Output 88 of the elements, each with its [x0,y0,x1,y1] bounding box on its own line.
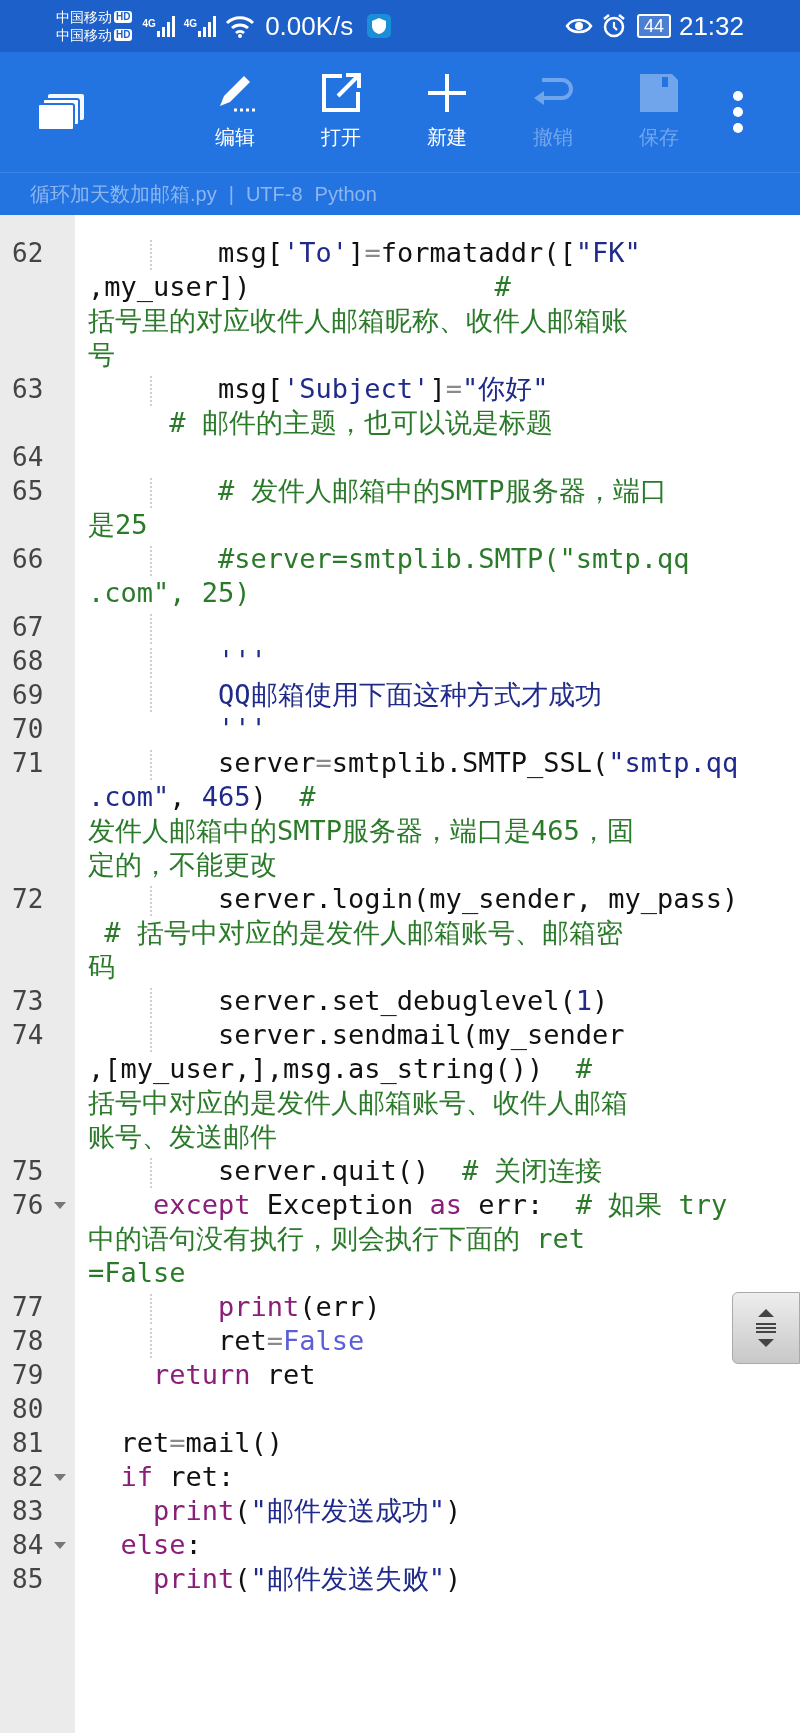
line-number: 70 [12,713,44,746]
code-text: QQ邮箱使用下面这种方式才成功 [218,679,602,710]
eye-icon [564,16,593,36]
carrier-name: 中国移动 [56,26,112,44]
windows-icon [38,92,86,132]
line-number: 77 [12,1291,44,1324]
file-encoding: UTF-8 [245,182,303,207]
code-text: 发件人邮箱中的SMTP服务器，端口是465，固 [88,815,634,846]
line-number: 64 [12,441,44,474]
more-menu-button[interactable] [732,90,744,134]
line-number: 69 [12,679,44,712]
line-number: 62 [12,237,44,270]
code-text: ''' [218,645,267,676]
toolbar-button[interactable]: 编辑 [182,72,288,152]
shield-icon [367,14,392,38]
carrier-name: 中国移动 [56,8,112,26]
toolbar-button[interactable]: 打开 [288,72,394,152]
line-number: 83 [12,1495,44,1528]
line-number: 65 [12,475,44,508]
external-link-icon [320,72,362,114]
line-number: 85 [12,1563,44,1596]
line-number: 74 [12,1019,44,1052]
signal-icon [155,13,178,39]
file-language: Python [314,182,377,207]
code-text: print("邮件发送失败") [153,1563,462,1594]
line-number: 79 [12,1359,44,1392]
hd-badge: HD [114,29,133,41]
code-text: # 发件人邮箱中的SMTP服务器，端口 [218,475,667,506]
code-text: 括号中对应的是发件人邮箱账号、收件人邮箱 [88,1087,628,1118]
line-number: 72 [12,883,44,916]
line-number: 68 [12,645,44,678]
code-text: print(err) [218,1291,381,1322]
line-number: 80 [12,1393,44,1426]
line-number: 71 [12,747,44,780]
line-number: 82 [12,1461,44,1494]
code-text: except Exception as err: # 如果 try [153,1189,728,1220]
code-text: return ret [153,1359,316,1390]
line-number: 76 [12,1189,44,1222]
plus-icon [426,72,468,114]
line-number: 67 [12,611,44,644]
code-text: 定的，不能更改 [88,849,277,880]
code-text: ret=mail() [120,1427,284,1458]
code-text: if ret: [120,1461,235,1492]
code-text: else: [120,1529,202,1560]
code-text: 是25 [88,509,148,540]
code-text: 码 [88,951,115,982]
network-speed: 0.00K/s [265,9,354,43]
code-text: server.set_debuglevel(1) [218,985,609,1016]
line-number: 66 [12,543,44,576]
line-number: 84 [12,1529,44,1562]
code-text: server.login(my_sender, my_pass) [218,883,739,914]
scroll-handle[interactable] [732,1292,800,1364]
code-text: ,[my_user,],msg.as_string()) # [88,1053,592,1084]
code-text: .com", 25) [88,577,251,608]
code-text: 中的语句没有执行，则会执行下面的 ret [88,1223,586,1254]
file-name: 循环加天数加邮箱.py [30,182,217,207]
code-text: # 邮件的主题，也可以说是标题 [169,407,553,438]
code-text: msg['To']=formataddr(["FK" [218,237,641,268]
toolbar-button[interactable]: 新建 [394,72,500,152]
code-text: ''' [218,713,267,744]
code-text: server.quit() # 关闭连接 [218,1155,603,1186]
wifi-icon [225,14,256,38]
battery-level: 44 [636,14,671,38]
more-vertical-icon [732,90,744,134]
line-number: 75 [12,1155,44,1188]
network-type: 4G [183,19,198,29]
line-number: 73 [12,985,44,1018]
code-text: #server=smtplib.SMTP("smtp.qq [218,543,690,574]
clock-time: 21:32 [678,9,744,43]
code-text: .com", 465) # [88,781,316,812]
separator: | [228,182,234,207]
code-text: =False [88,1257,186,1288]
scroll-arrows-icon [753,1307,779,1349]
hd-badge: HD [114,11,133,23]
line-number: 63 [12,373,44,406]
code-text: ret=False [218,1325,365,1356]
code-text: server.sendmail(my_sender [218,1019,625,1050]
code-text: print("邮件发送成功") [153,1495,462,1526]
line-number: 78 [12,1325,44,1358]
code-text: 号 [88,339,115,370]
code-text: server=smtplib.SMTP_SSL("smtp.qq [218,747,739,778]
code-text: 账号、发送邮件 [88,1121,277,1152]
code-text: msg['Subject']="你好" [218,373,549,404]
code-text: ,my_user]) # [88,271,511,302]
code-text: # 括号中对应的是发件人邮箱账号、邮箱密 [104,917,623,948]
line-number: 81 [12,1427,44,1460]
code-text: 括号里的对应收件人邮箱昵称、收件人邮箱账 [88,305,628,336]
network-type: 4G [142,19,156,29]
